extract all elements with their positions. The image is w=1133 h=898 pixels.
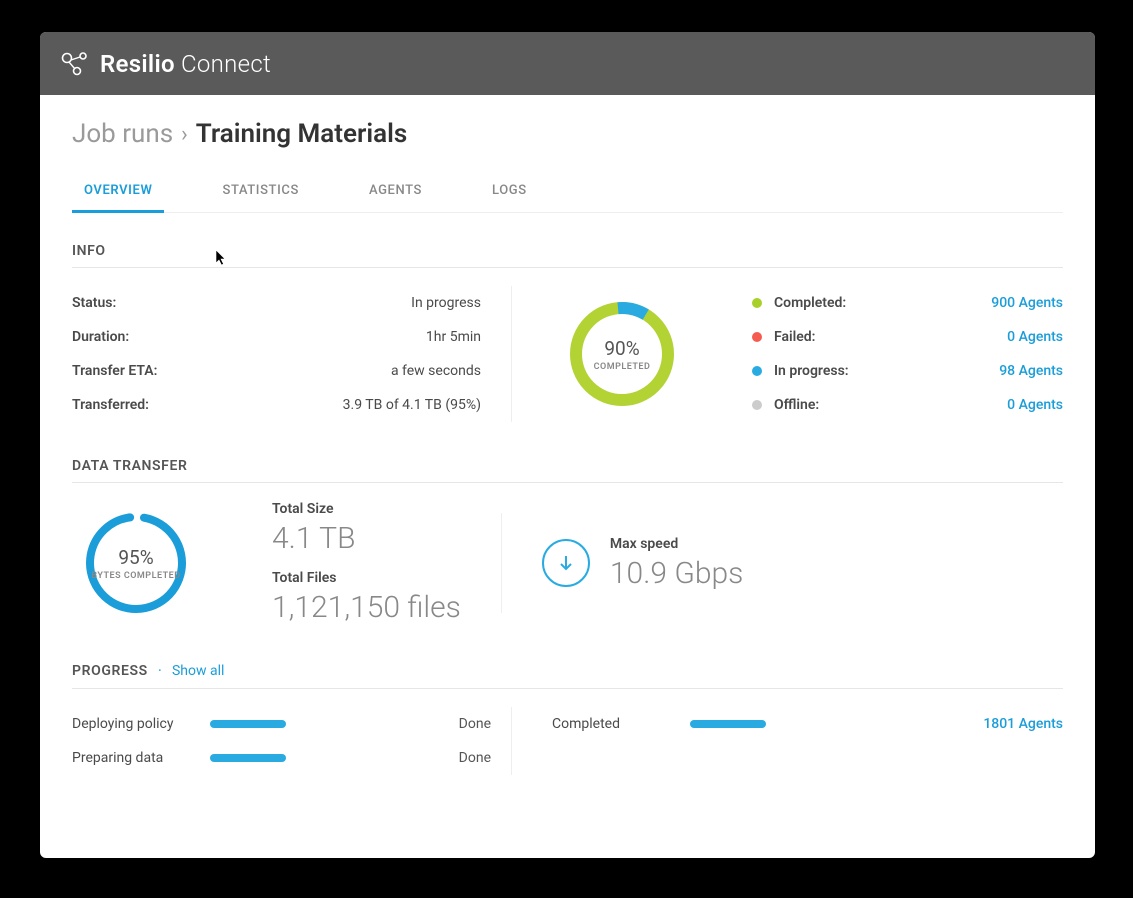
status-inprogress-value[interactable]: 98 Agents — [999, 354, 1063, 388]
info-transferred-value: 3.9 TB of 4.1 TB (95%) — [343, 388, 481, 422]
download-arrow-icon — [542, 539, 590, 587]
status-failed-value[interactable]: 0 Agents — [1007, 320, 1063, 354]
info-eta-value: a few seconds — [391, 354, 481, 388]
status-inprogress-label: In progress: — [774, 354, 874, 388]
tab-logs[interactable]: LOGS — [480, 177, 539, 212]
info-kv-list: Status: In progress Duration: 1hr 5min Tra… — [72, 286, 512, 422]
progress-bar — [210, 720, 286, 728]
tab-statistics[interactable]: STATISTICS — [210, 177, 310, 212]
agent-status-list: Completed: 900 Agents Failed: 0 Agents I… — [732, 286, 1063, 422]
section-data-transfer: DATA TRANSFER 95% BYTES COMPLETED — [72, 458, 1063, 625]
status-dot-completed — [752, 298, 762, 308]
status-completed-label: Completed: — [774, 286, 874, 320]
info-status-value: In progress — [411, 286, 481, 320]
bytes-sublabel: BYTES COMPLETED — [91, 571, 180, 581]
divider — [501, 513, 502, 613]
tab-agents[interactable]: AGENTS — [357, 177, 434, 212]
title-bar: Resilio Connect — [40, 32, 1095, 95]
progress-state-deploying: Done — [459, 707, 491, 741]
app-window: Resilio Connect Job runs › Training Mate… — [40, 32, 1095, 858]
info-transferred-label: Transferred: — [72, 388, 149, 422]
max-speed-value: 10.9 Gbps — [610, 556, 743, 591]
donut-percent: 90% — [604, 337, 639, 360]
section-progress: PROGRESS · Show all Deploying policy Don… — [72, 661, 1063, 775]
brand-title: Resilio Connect — [100, 50, 271, 78]
status-dot-offline — [752, 400, 762, 410]
section-title-data-transfer: DATA TRANSFER — [72, 458, 1063, 483]
status-offline-label: Offline: — [774, 388, 874, 422]
progress-completed-value[interactable]: 1801 Agents — [983, 707, 1063, 741]
progress-step-preparing: Preparing data — [72, 741, 192, 775]
donut-sublabel: COMPLETED — [594, 362, 651, 372]
completion-donut-chart: 90% COMPLETED — [568, 300, 676, 408]
tab-bar: OVERVIEW STATISTICS AGENTS LOGS — [72, 177, 1063, 213]
progress-step-deploying: Deploying policy — [72, 707, 192, 741]
section-title-progress: PROGRESS — [72, 663, 148, 679]
breadcrumb: Job runs › Training Materials — [72, 119, 1063, 149]
total-files-label: Total Files — [272, 570, 461, 586]
info-status-label: Status: — [72, 286, 116, 320]
total-size-label: Total Size — [272, 501, 461, 517]
breadcrumb-current: Training Materials — [196, 119, 407, 149]
tab-overview[interactable]: OVERVIEW — [72, 177, 164, 212]
info-duration-value: 1hr 5min — [426, 320, 481, 354]
show-all-link[interactable]: Show all — [172, 663, 224, 679]
separator-dot: · — [158, 661, 162, 680]
breadcrumb-parent[interactable]: Job runs — [72, 119, 173, 149]
status-completed-value[interactable]: 900 Agents — [991, 286, 1063, 320]
status-offline-value[interactable]: 0 Agents — [1007, 388, 1063, 422]
total-files-value: 1,121,150 files — [272, 590, 461, 625]
status-dot-inprogress — [752, 366, 762, 376]
bytes-donut-chart: 95% BYTES COMPLETED — [82, 509, 190, 617]
max-speed-label: Max speed — [610, 536, 743, 552]
progress-completed-label: Completed — [552, 707, 672, 741]
info-duration-label: Duration: — [72, 320, 129, 354]
total-size-value: 4.1 TB — [272, 521, 461, 556]
progress-bar — [690, 720, 766, 728]
logo-icon — [60, 50, 90, 78]
section-info: INFO Status: In progress Duration: 1hr 5mi… — [72, 243, 1063, 422]
progress-state-preparing: Done — [459, 741, 491, 775]
section-title-info: INFO — [72, 243, 1063, 268]
chevron-right-icon: › — [181, 122, 188, 147]
bytes-percent: 95% — [118, 546, 153, 569]
progress-bar — [210, 754, 286, 762]
info-eta-label: Transfer ETA: — [72, 354, 157, 388]
status-dot-failed — [752, 332, 762, 342]
status-failed-label: Failed: — [774, 320, 874, 354]
